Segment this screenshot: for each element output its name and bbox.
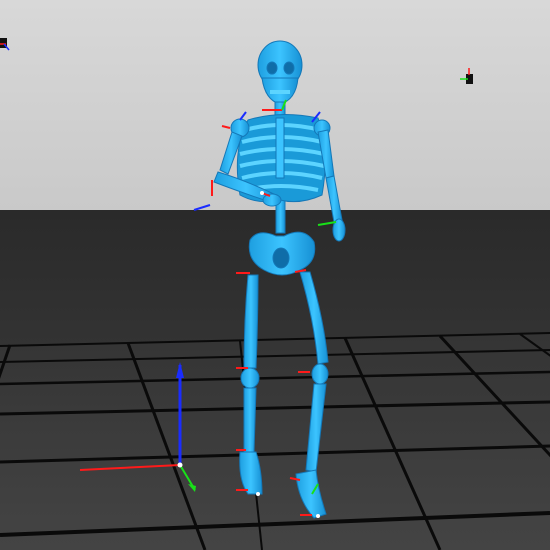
3d-viewport[interactable]: camera-light-icon world-origin-gizmo-ico… — [0, 0, 550, 550]
floor-grid — [0, 332, 550, 550]
scene-canvas[interactable] — [0, 0, 550, 550]
wall-background — [0, 210, 550, 345]
